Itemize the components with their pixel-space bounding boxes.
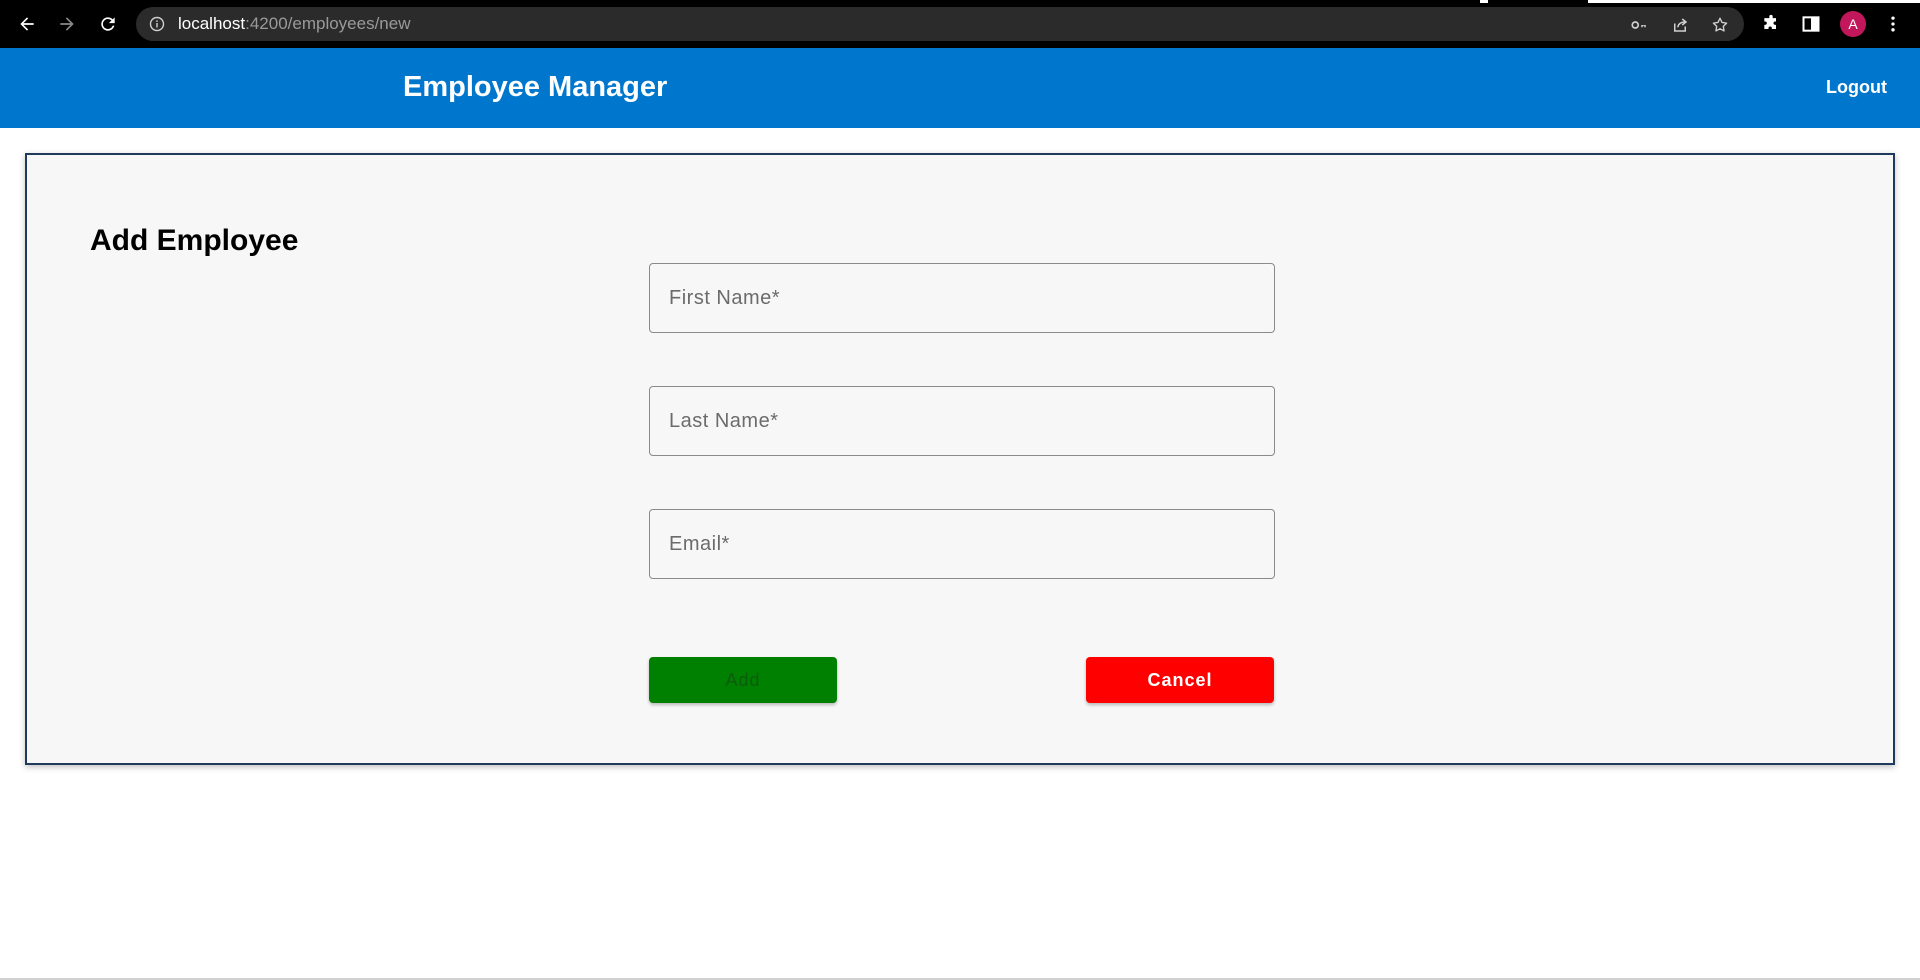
back-icon[interactable] [15,12,39,36]
add-button[interactable]: Add [649,657,837,703]
browser-toolbar: localhost:4200/employees/new A [0,0,1920,48]
tab-strip-edge [1588,0,1920,3]
forward-icon[interactable] [55,12,79,36]
menu-icon[interactable] [1882,13,1904,35]
profile-avatar[interactable]: A [1840,11,1866,37]
address-bar[interactable]: localhost:4200/employees/new [136,7,1744,41]
add-employee-form: Add Employee Add Cancel [25,153,1895,765]
reload-icon[interactable] [96,12,120,36]
app-title: Employee Manager [403,71,668,103]
url-host: localhost [178,14,246,33]
side-panel-icon[interactable] [1800,13,1822,35]
info-icon[interactable] [149,16,165,32]
url-text: localhost:4200/employees/new [178,15,411,33]
key-icon[interactable] [1630,16,1648,34]
extensions-icon[interactable] [1760,13,1782,35]
logout-link[interactable]: Logout [1826,76,1887,98]
first-name-field[interactable] [649,263,1275,333]
url-path: :4200/employees/new [245,14,411,33]
share-icon[interactable] [1671,16,1689,34]
star-icon[interactable] [1711,16,1729,34]
last-name-field[interactable] [649,386,1275,456]
cancel-button[interactable]: Cancel [1086,657,1274,703]
app-header: Employee Manager Logout [0,48,1920,128]
form-title: Add Employee [90,224,299,257]
email-field[interactable] [649,509,1275,579]
tab-strip-edge [1480,0,1488,3]
